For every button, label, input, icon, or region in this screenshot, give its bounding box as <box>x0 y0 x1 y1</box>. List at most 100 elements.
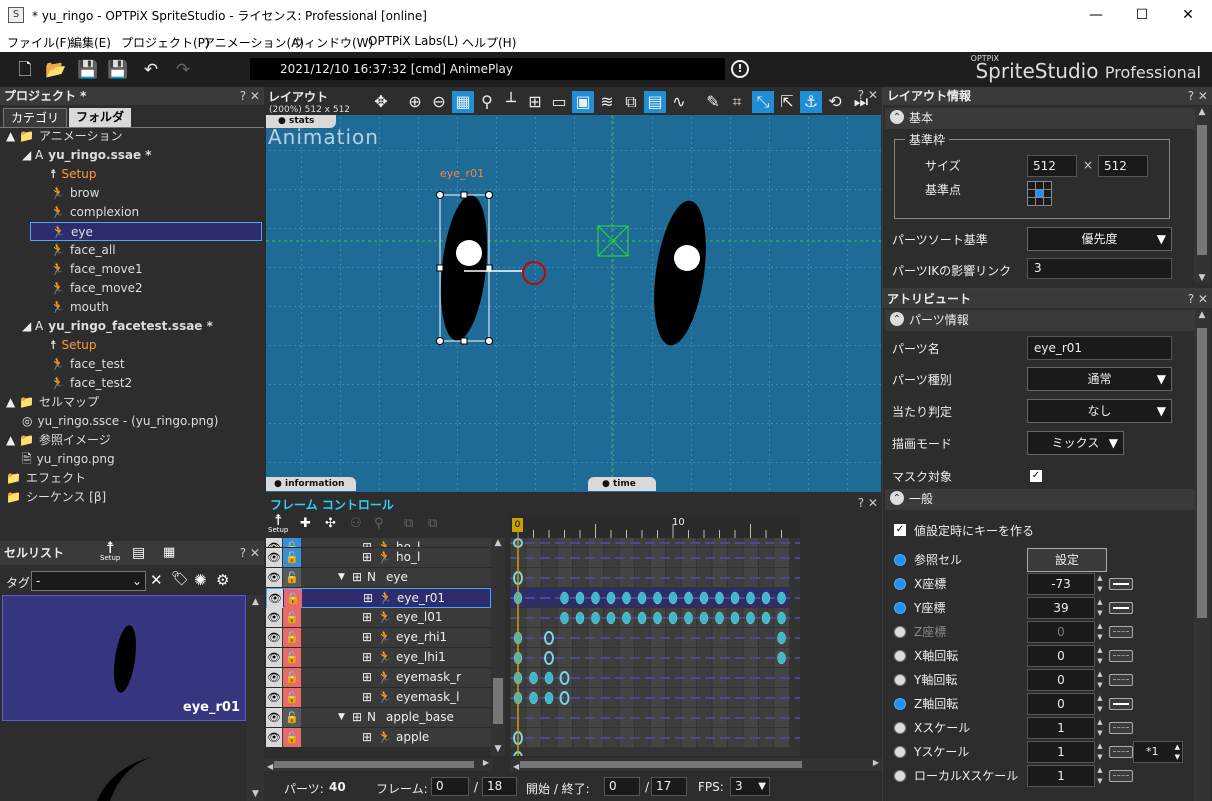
key-state-dot[interactable] <box>894 674 906 686</box>
timeline-ruler[interactable]: 0 10 <box>510 516 800 538</box>
key-state-dot[interactable] <box>894 746 906 758</box>
tag-icon[interactable]: 🏷 <box>171 571 189 587</box>
zoom-in-icon[interactable]: ⊕ <box>404 91 426 113</box>
keyframe-marker[interactable] <box>544 691 554 705</box>
keyframe-marker[interactable] <box>637 591 647 605</box>
part-row[interactable]: 👁 🔓 ⊞ 🏃 eyemask_r <box>266 668 491 688</box>
attribute-value-input[interactable]: 1 <box>1027 741 1095 763</box>
hit-select[interactable]: なし <box>1027 399 1172 423</box>
ik-input[interactable]: 3 <box>1027 258 1172 279</box>
part-list-hscroll[interactable]: ◀ ▶ <box>264 758 492 771</box>
spinner-arrows-icon[interactable]: ▲ ▼ <box>1095 621 1105 643</box>
part-expand-box-icon[interactable]: ⊞ <box>352 568 362 587</box>
height-input[interactable]: 512 <box>1098 155 1148 177</box>
info-icon[interactable]: ! <box>731 60 749 78</box>
part-expand-box-icon[interactable]: ⊞ <box>362 688 372 707</box>
link-toggle-icon[interactable] <box>1109 602 1133 614</box>
frame-total-input[interactable]: 18 <box>482 777 517 796</box>
range-start-input[interactable]: 0 <box>604 777 640 796</box>
tree-item[interactable]: ▲ 📁 セルマップ <box>6 393 99 412</box>
pen-icon[interactable]: ✎ <box>702 91 724 113</box>
layout-info-controls[interactable]: ? ✕ <box>1188 87 1208 105</box>
part-expand-box-icon[interactable]: ⊞ <box>362 628 372 647</box>
ik-icon[interactable]: ⚓ <box>800 91 822 113</box>
tree-item[interactable]: 🏃 brow <box>50 184 99 203</box>
section-part-info[interactable]: パーツ情報 <box>885 310 1195 331</box>
keyframe-marker[interactable] <box>575 591 585 605</box>
auto-key-checkbox[interactable]: ✓ <box>894 524 906 536</box>
keyframe-marker[interactable] <box>622 611 631 625</box>
tab-folder[interactable]: フォルダ <box>69 108 131 127</box>
visibility-eye-icon[interactable]: 👁 <box>266 568 282 587</box>
tree-item[interactable]: 🏃 face_move2 <box>50 279 143 298</box>
part-row[interactable]: 👁 🔓 ⊞ 🏃 eyemask_l <box>266 688 491 708</box>
visibility-eye-icon[interactable]: 👁 <box>266 708 282 727</box>
part-expand-box-icon[interactable]: ⊞ <box>363 589 373 608</box>
spinner-arrows-icon[interactable]: ▲ ▼ <box>1095 741 1105 763</box>
key-state-dot[interactable] <box>894 602 906 614</box>
part-row[interactable]: 👁 🔓 ⊞ 🏃 eye_l01 <box>266 608 491 628</box>
lock-icon[interactable]: 🔓 <box>283 728 301 747</box>
keyframe-marker[interactable] <box>575 611 585 625</box>
sort-select[interactable]: 優先度 <box>1027 227 1172 251</box>
cell-list-scrollbar[interactable]: ▲ ▼ <box>247 595 264 801</box>
move-tool-icon[interactable]: ✥ <box>370 91 392 113</box>
keyframe-marker[interactable] <box>560 591 569 605</box>
paste-icon[interactable]: ⧉ <box>428 516 437 531</box>
part-row[interactable]: 👁 🔓 ⊞ 🏃 eye_r01 <box>266 588 491 608</box>
part-row[interactable]: 👁 🔓 ▼ ⊞ Neye <box>266 568 491 588</box>
keyframe-marker[interactable] <box>761 611 771 625</box>
keyframe-marker[interactable] <box>730 611 740 625</box>
keyframe-marker[interactable] <box>668 611 678 625</box>
project-panel-controls[interactable]: ? ✕ <box>240 87 260 105</box>
tree-item[interactable]: ◢ A yu_ringo_facetest.ssae * <box>22 317 213 336</box>
part-row[interactable]: 👁 🔓 ⊞ 🏃 eye_lhi1 <box>266 648 491 668</box>
time-tab[interactable]: ● time <box>588 477 656 491</box>
attribute-value-input[interactable]: 39 <box>1027 597 1095 619</box>
menu-file[interactable]: ファイル(F) <box>7 34 71 51</box>
attribute-value-input[interactable]: 1 <box>1027 765 1095 787</box>
tag-select[interactable]: - ⌄ <box>31 571 146 591</box>
keyframe-marker[interactable] <box>606 611 616 625</box>
attribute-value-input[interactable]: -73 <box>1027 573 1095 595</box>
part-row[interactable]: 👁 🔓 ▼ ⊞ Napple_base <box>266 708 491 728</box>
mask-checkbox[interactable]: ✓ <box>1030 470 1042 482</box>
attribute-value-input[interactable]: 0 <box>1027 645 1095 667</box>
link-toggle-icon[interactable] <box>1109 770 1133 782</box>
pin-icon[interactable]: ⚲ <box>476 91 498 113</box>
keyframe-marker[interactable] <box>730 591 740 605</box>
measure-icon[interactable]: ⊞ <box>524 91 546 113</box>
section-general[interactable]: 一般 <box>885 489 1195 510</box>
timeline-grid[interactable] <box>510 538 800 756</box>
keyframe-marker[interactable] <box>699 611 709 625</box>
layout-canvas[interactable]: ● stats Animation eye_r01 ● information … <box>266 115 881 492</box>
part-row[interactable]: 👁 🔓 ⊞ 🏃 ho_l <box>266 548 491 568</box>
part-expand-box-icon[interactable]: ⊞ <box>362 608 372 627</box>
keyframe-marker[interactable] <box>777 631 786 645</box>
visibility-eye-icon[interactable]: 👁 <box>266 648 282 667</box>
keyframe-marker[interactable] <box>777 611 786 625</box>
keyframe-marker[interactable] <box>684 591 693 605</box>
grid-icon[interactable]: ▦ <box>452 91 474 113</box>
tree-item[interactable]: 🏃 face_move1 <box>50 260 143 279</box>
transform-icon[interactable]: ⤡ <box>752 91 774 113</box>
cell-sort-icon[interactable]: ▦ <box>163 545 175 560</box>
frame-fill-icon[interactable]: ▣ <box>572 91 594 113</box>
menu-optpix-labs[interactable]: OPTPiX Labs(L) <box>368 34 458 48</box>
tree-item[interactable]: ◢ A yu_ringo.ssae * <box>22 146 152 165</box>
expand-toggle-icon[interactable]: ▼ <box>338 568 345 587</box>
attribute-scrollbar[interactable]: ▲ <box>1194 310 1210 801</box>
frame-control-controls[interactable]: ? ✕ <box>858 496 878 510</box>
part-expand-box-icon[interactable]: ⊞ <box>352 708 362 727</box>
attribute-controls[interactable]: ? ✕ <box>1188 290 1208 308</box>
keyframe-marker[interactable] <box>591 611 600 625</box>
visibility-eye-icon[interactable]: 👁 <box>266 548 282 567</box>
keyframe-marker[interactable] <box>746 591 755 605</box>
tree-item[interactable]: ◎ yu_ringo.ssce - (yu_ringo.png) <box>22 412 218 431</box>
lock-icon[interactable]: 🔓 <box>284 589 302 608</box>
spinner-arrows-icon[interactable]: ▲ ▼ <box>1095 693 1105 715</box>
key-state-dot[interactable] <box>894 698 906 710</box>
undo-icon[interactable]: ↶ <box>140 59 162 81</box>
cell-thumbnail-selected[interactable]: eye_r01 <box>2 595 246 721</box>
keyframe-marker[interactable] <box>529 691 538 705</box>
